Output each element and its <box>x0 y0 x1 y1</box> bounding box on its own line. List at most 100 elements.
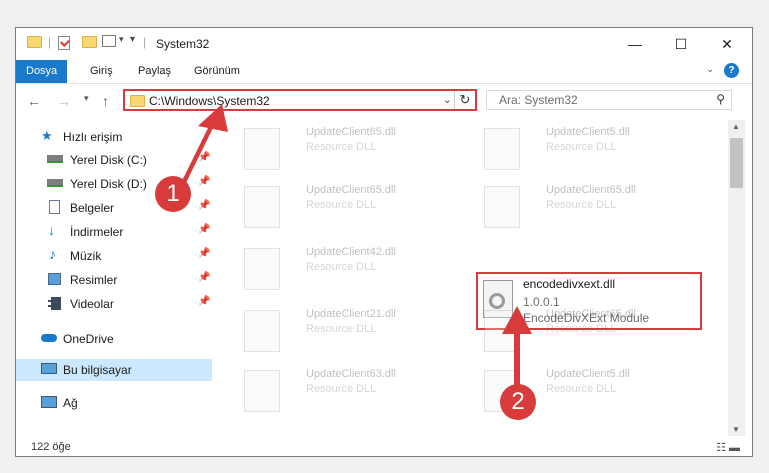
window-title: System32 <box>156 37 210 51</box>
sidebar-item-this-pc[interactable]: Bu bilgisayar <box>16 359 212 381</box>
scroll-thumb[interactable] <box>730 138 743 188</box>
file-description: Resource DLL <box>306 261 377 273</box>
file-description: Resource DLL <box>306 383 377 395</box>
pin-icon[interactable]: 📌 <box>198 224 210 235</box>
up-arrow-icon[interactable]: ↑ <box>102 93 109 109</box>
dll-file-icon <box>484 128 520 170</box>
sidebar-item-label: İndirmeler <box>70 225 124 239</box>
view-toggle[interactable]: ☷ ▬ <box>716 441 740 454</box>
sidebar-item-muzik[interactable]: ♪ Müzik 📌 <box>16 245 212 267</box>
sidebar-item-label: Ağ <box>63 396 78 410</box>
pin-icon[interactable]: 📌 <box>198 248 210 259</box>
file-name: UpdateClient5.dll <box>546 126 630 138</box>
sidebar-item-label: Belgeler <box>70 201 115 215</box>
download-icon: ↓ <box>48 222 55 238</box>
navigation-bar: ← → ▾ ↑ C:\Windows\System32 ⌄ ↻ Ara: Sys… <box>16 84 752 118</box>
forward-arrow-icon[interactable]: → <box>57 93 71 109</box>
chevron-down-icon[interactable]: ▾ <box>119 34 124 45</box>
file-description: Resource DLL <box>546 323 617 335</box>
dll-file-icon <box>244 370 280 412</box>
new-folder-icon[interactable] <box>82 36 97 48</box>
dll-file-icon <box>244 248 280 290</box>
scroll-down-icon[interactable]: ▼ <box>732 425 740 434</box>
help-icon[interactable]: ? <box>724 63 739 78</box>
sidebar-item-onedrive[interactable]: OneDrive <box>16 328 212 350</box>
address-bar[interactable]: C:\Windows\System32 ⌄ ↻ <box>123 89 477 111</box>
sidebar-item-label: Yerel Disk (C:) <box>70 153 147 167</box>
ribbon-tabs: Dosya Giriş Paylaş Görünüm ⌄ ? <box>16 60 752 84</box>
dll-file-icon <box>244 186 280 228</box>
music-icon: ♪ <box>49 246 56 262</box>
recent-locations-icon[interactable]: ▾ <box>84 93 89 104</box>
drive-icon <box>47 155 63 163</box>
scroll-up-icon[interactable]: ▲ <box>732 122 740 131</box>
minimize-icon: — <box>628 36 642 52</box>
vertical-scrollbar[interactable]: ▲ ▼ <box>728 120 745 436</box>
dropdown-arrow-icon[interactable]: ▾ <box>130 34 135 45</box>
dll-file-icon <box>244 128 280 170</box>
file-description: Resource DLL <box>306 141 377 153</box>
sidebar-item-disk-c[interactable]: Yerel Disk (C:) 📌 <box>16 149 212 171</box>
folder-icon <box>130 95 145 107</box>
large-icons-view-icon[interactable]: ▬ <box>729 442 740 454</box>
expand-ribbon-icon[interactable]: ⌄ <box>706 64 714 75</box>
star-icon: ★ <box>41 128 53 143</box>
refresh-icon[interactable]: ↻ <box>454 91 475 109</box>
pin-icon[interactable]: 📌 <box>198 296 210 307</box>
file-item[interactable]: UpdateClient65.dll Resource DLL <box>236 182 456 234</box>
file-description: Resource DLL <box>306 323 377 335</box>
dll-file-icon <box>244 310 280 352</box>
cloud-icon <box>41 334 57 342</box>
maximize-button[interactable]: ☐ <box>658 28 704 60</box>
pin-icon[interactable]: 📌 <box>198 200 210 211</box>
file-item[interactable]: UpdateClient42.dll Resource DLL <box>236 244 456 296</box>
computer-icon <box>41 363 57 374</box>
sidebar-item-indirmeler[interactable]: ↓ İndirmeler 📌 <box>16 221 212 243</box>
file-name: UpdateClient5.dll <box>546 368 630 380</box>
sidebar-item-label: Yerel Disk (D:) <box>70 177 147 191</box>
customize-qa-icon[interactable] <box>102 35 116 47</box>
properties-icon[interactable] <box>58 36 70 50</box>
sidebar-item-label: Resimler <box>70 273 118 287</box>
minimize-button[interactable]: — <box>612 28 658 60</box>
status-bar: 122 öğe ☷ ▬ <box>16 438 752 458</box>
file-name: UpdateClient65.dll <box>546 308 636 320</box>
file-item[interactable]: UpdateClient65.dll Resource DLL <box>476 306 696 358</box>
close-button[interactable]: ✕ <box>704 28 750 60</box>
file-item[interactable]: UpdateClient5.dll Resource DLL <box>476 124 696 176</box>
sidebar-item-resimler[interactable]: Resimler 📌 <box>16 269 212 291</box>
separator-icon: | <box>143 35 147 49</box>
file-description: Resource DLL <box>306 199 377 211</box>
file-item[interactable]: UpdateClient65.dll Resource DLL <box>236 124 456 176</box>
address-text[interactable]: C:\Windows\System32 <box>149 94 270 108</box>
pin-icon[interactable]: 📌 <box>198 272 210 283</box>
tab-giris[interactable]: Giriş <box>80 60 123 83</box>
file-name: UpdateClient63.dll <box>306 368 396 380</box>
search-icon[interactable]: ⚲ <box>716 92 725 106</box>
documents-icon <box>49 200 60 214</box>
pin-icon[interactable]: 📌 <box>198 152 210 163</box>
sidebar-item-quick-access[interactable]: ★ Hızlı erişim <box>16 126 212 148</box>
chevron-down-icon[interactable]: ⌄ <box>443 93 452 106</box>
file-item[interactable]: UpdateClient65.dll Resource DLL <box>476 182 696 234</box>
dll-file-icon <box>484 186 520 228</box>
sidebar-item-label: OneDrive <box>63 332 114 346</box>
sidebar-item-label: Videolar <box>70 297 114 311</box>
tab-paylas[interactable]: Paylaş <box>128 60 181 83</box>
search-input[interactable]: Ara: System32 ⚲ <box>486 90 732 110</box>
file-name: UpdateClient21.dll <box>306 308 396 320</box>
sidebar-item-videolar[interactable]: Videolar 📌 <box>16 293 212 315</box>
tab-dosya[interactable]: Dosya <box>16 60 68 83</box>
back-arrow-icon[interactable]: ← <box>27 93 41 109</box>
network-icon <box>41 396 57 408</box>
details-view-icon[interactable]: ☷ <box>716 442 726 454</box>
file-item[interactable]: UpdateClient21.dll Resource DLL <box>236 306 456 358</box>
separator-icon: | <box>48 35 52 49</box>
sidebar-item-network[interactable]: Ağ <box>16 392 212 414</box>
file-name: UpdateClient65.dll <box>306 184 396 196</box>
file-item[interactable]: UpdateClient63.dll Resource DLL <box>236 366 456 418</box>
videos-icon <box>48 297 61 310</box>
pin-icon[interactable]: 📌 <box>198 176 210 187</box>
explorer-window: | ▾ ▾ | System32 — ☐ ✕ Dosya Giriş Payla… <box>15 27 753 457</box>
tab-gorunum[interactable]: Görünüm <box>184 60 250 83</box>
